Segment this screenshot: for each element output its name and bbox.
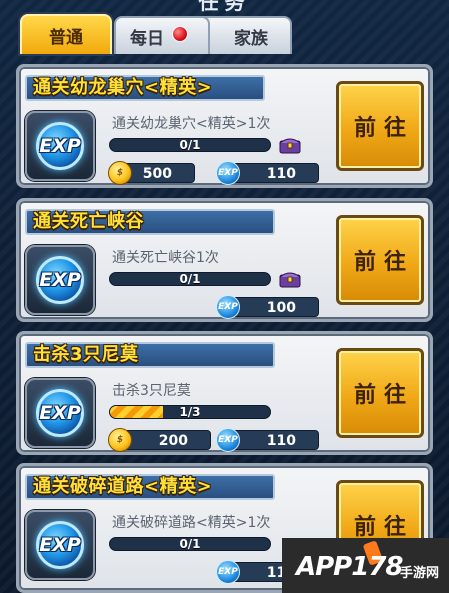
task-title: 通关破碎道路<精英>: [33, 476, 213, 497]
task-title: 击杀3只尼莫: [33, 344, 139, 365]
tab-daily-label: 每日: [130, 28, 164, 49]
exp-reward-value: 100: [266, 300, 296, 316]
coin-icon: $: [108, 428, 132, 452]
exp-icon: EXP: [25, 378, 95, 448]
coin-icon: $: [108, 161, 132, 185]
task-title: 通关幼龙巢穴<精英>: [33, 77, 213, 98]
treasure-chest-icon[interactable]: [278, 269, 302, 289]
exp-reward-value: 110: [266, 166, 296, 182]
task-description: 通关死亡峡谷1次: [112, 250, 219, 266]
notification-dot-icon: [172, 26, 188, 42]
tab-normal[interactable]: 普通: [20, 14, 112, 54]
progress-text: 0/1: [179, 272, 201, 286]
exp-icon: EXP: [25, 510, 95, 580]
task-card: 击杀3只尼莫 EXP 击杀3只尼莫 1/3 $ 200 EXP 110 前往: [16, 331, 433, 455]
exp-small-icon: EXP: [216, 161, 240, 185]
tab-daily[interactable]: 每日: [114, 16, 210, 54]
page-title: 任务: [198, 0, 251, 14]
task-description: 通关破碎道路<精英>1次: [112, 515, 271, 531]
task-description: 通关幼龙巢穴<精英>1次: [112, 116, 271, 132]
progress-text: 0/1: [179, 138, 201, 152]
watermark-subtext: 手游网: [400, 566, 440, 581]
exp-small-icon: EXP: [216, 560, 240, 584]
task-title: 通关死亡峡谷: [33, 211, 144, 232]
exp-icon: EXP: [25, 245, 95, 315]
go-button-label: 前往: [353, 116, 414, 141]
exp-small-icon: EXP: [216, 295, 240, 319]
go-button-label: 前往: [353, 383, 414, 408]
go-button-label: 前往: [353, 515, 414, 540]
exp-icon: EXP: [25, 111, 95, 181]
progress-text: 0/1: [179, 537, 201, 551]
tab-normal-label: 普通: [49, 27, 83, 48]
task-description: 击杀3只尼莫: [112, 383, 191, 399]
tab-family[interactable]: 家族: [196, 16, 292, 54]
coin-reward: $ 500: [108, 161, 195, 185]
watermark: APP178 手游网: [282, 538, 449, 593]
task-card: 通关幼龙巢穴<精英> EXP 通关幼龙巢穴<精英>1次 0/1 $ 500 EX…: [16, 64, 433, 188]
go-button[interactable]: 前往: [336, 215, 424, 305]
coin-reward-value: 200: [158, 433, 188, 449]
coin-reward-value: 500: [142, 166, 172, 182]
exp-reward: EXP 110: [216, 428, 319, 452]
coin-reward: $ 200: [108, 428, 211, 452]
watermark-text: APP178: [296, 552, 404, 582]
go-button[interactable]: 前往: [336, 81, 424, 171]
exp-reward-value: 110: [266, 433, 296, 449]
progress-text: 1/3: [179, 405, 201, 419]
go-button[interactable]: 前往: [336, 348, 424, 438]
exp-small-icon: EXP: [216, 428, 240, 452]
treasure-chest-icon[interactable]: [278, 135, 302, 155]
tab-family-label: 家族: [234, 28, 268, 49]
exp-reward: EXP 100: [216, 295, 319, 319]
task-card: 通关死亡峡谷 EXP 通关死亡峡谷1次 0/1 EXP 100 前往: [16, 198, 433, 322]
exp-reward: EXP 110: [216, 161, 319, 185]
go-button-label: 前往: [353, 250, 414, 275]
tab-bar: 家族 每日 普通: [20, 14, 292, 56]
